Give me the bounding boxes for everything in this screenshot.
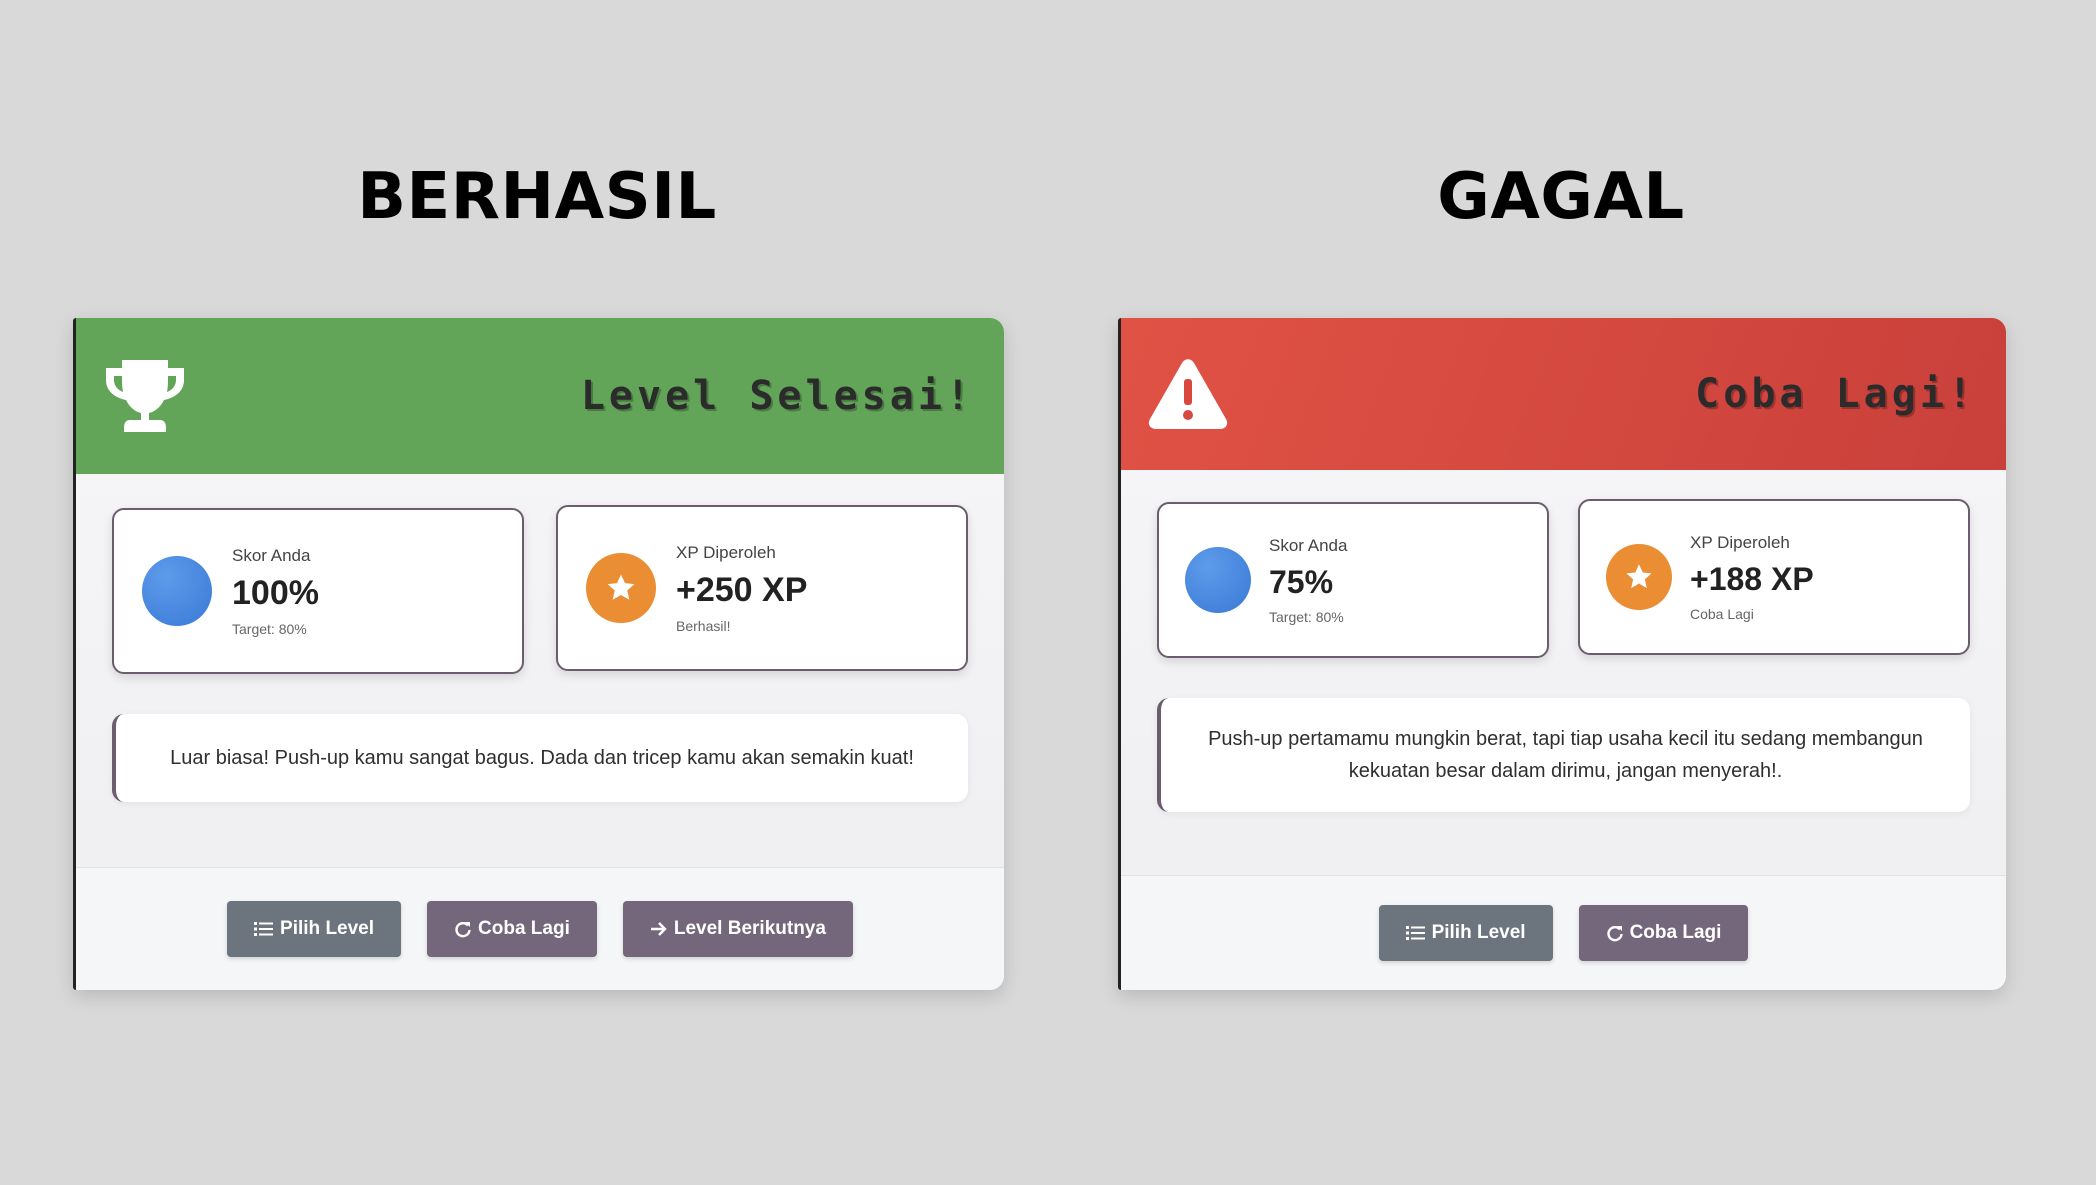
score-value: 100%	[232, 573, 319, 612]
xp-value: +188 XP	[1690, 560, 1814, 597]
score-target: Target: 80%	[232, 620, 307, 637]
trophy-icon	[102, 358, 188, 434]
fail-header: Coba Lagi!	[1121, 318, 2006, 470]
retry-button[interactable]: Coba Lagi	[427, 901, 597, 957]
score-card: Skor Anda 75% Target: 80%	[1157, 502, 1549, 658]
result-title: Level Selesai!	[580, 373, 974, 419]
score-circle-icon	[142, 556, 212, 626]
star-icon	[586, 553, 656, 623]
next-level-label: Level Berikutnya	[673, 918, 826, 939]
success-header: Level Selesai!	[76, 318, 1004, 474]
xp-label: XP Diperoleh	[676, 542, 776, 562]
retry-label: Coba Lagi	[478, 918, 570, 939]
star-icon	[1606, 544, 1672, 610]
success-result-card: Level Selesai! Skor Anda 100% Target: 80…	[73, 318, 1004, 990]
list-icon	[254, 922, 274, 936]
action-footer: Pilih Level Coba Lagi Level Berikutnya	[76, 867, 1004, 990]
xp-value: +250 XP	[676, 570, 808, 609]
choose-level-label: Pilih Level	[1431, 922, 1526, 943]
xp-status: Coba Lagi	[1690, 605, 1754, 622]
redo-icon	[1606, 925, 1623, 942]
xp-label: XP Diperoleh	[1690, 532, 1790, 552]
stats-row: Skor Anda 100% Target: 80% XP Diperoleh …	[112, 505, 968, 674]
fail-result-card: Coba Lagi! Skor Anda 75% Target: 80% XP …	[1118, 318, 2006, 990]
retry-button[interactable]: Coba Lagi	[1578, 905, 1749, 961]
xp-status: Berhasil!	[676, 617, 731, 634]
result-title: Coba Lagi!	[1695, 371, 1976, 417]
stats-row: Skor Anda 75% Target: 80% XP Diperoleh +…	[1157, 499, 1970, 658]
fail-heading: GAGAL	[1437, 160, 1685, 234]
score-value: 75%	[1269, 563, 1334, 600]
action-footer: Pilih Level Coba Lagi	[1121, 875, 2006, 990]
retry-label: Coba Lagi	[1629, 922, 1722, 943]
score-target: Target: 80%	[1269, 608, 1344, 625]
arrow-right-icon	[650, 922, 667, 936]
score-card: Skor Anda 100% Target: 80%	[112, 508, 524, 674]
success-heading: BERHASIL	[357, 160, 717, 234]
feedback-message: Push-up pertamamu mungkin berat, tapi ti…	[1157, 698, 1970, 812]
score-label: Skor Anda	[1269, 535, 1348, 555]
xp-card: XP Diperoleh +188 XP Coba Lagi	[1578, 499, 1970, 655]
next-level-button[interactable]: Level Berikutnya	[622, 901, 853, 957]
choose-level-button[interactable]: Pilih Level	[227, 901, 402, 957]
feedback-message: Luar biasa! Push-up kamu sangat bagus. D…	[112, 714, 968, 802]
list-icon	[1405, 926, 1425, 940]
xp-card: XP Diperoleh +250 XP Berhasil!	[556, 505, 968, 671]
score-label: Skor Anda	[232, 545, 311, 565]
redo-icon	[455, 921, 471, 938]
choose-level-button[interactable]: Pilih Level	[1378, 905, 1553, 961]
choose-level-label: Pilih Level	[280, 918, 375, 939]
score-circle-icon	[1185, 547, 1251, 613]
warning-triangle-icon	[1147, 357, 1229, 431]
